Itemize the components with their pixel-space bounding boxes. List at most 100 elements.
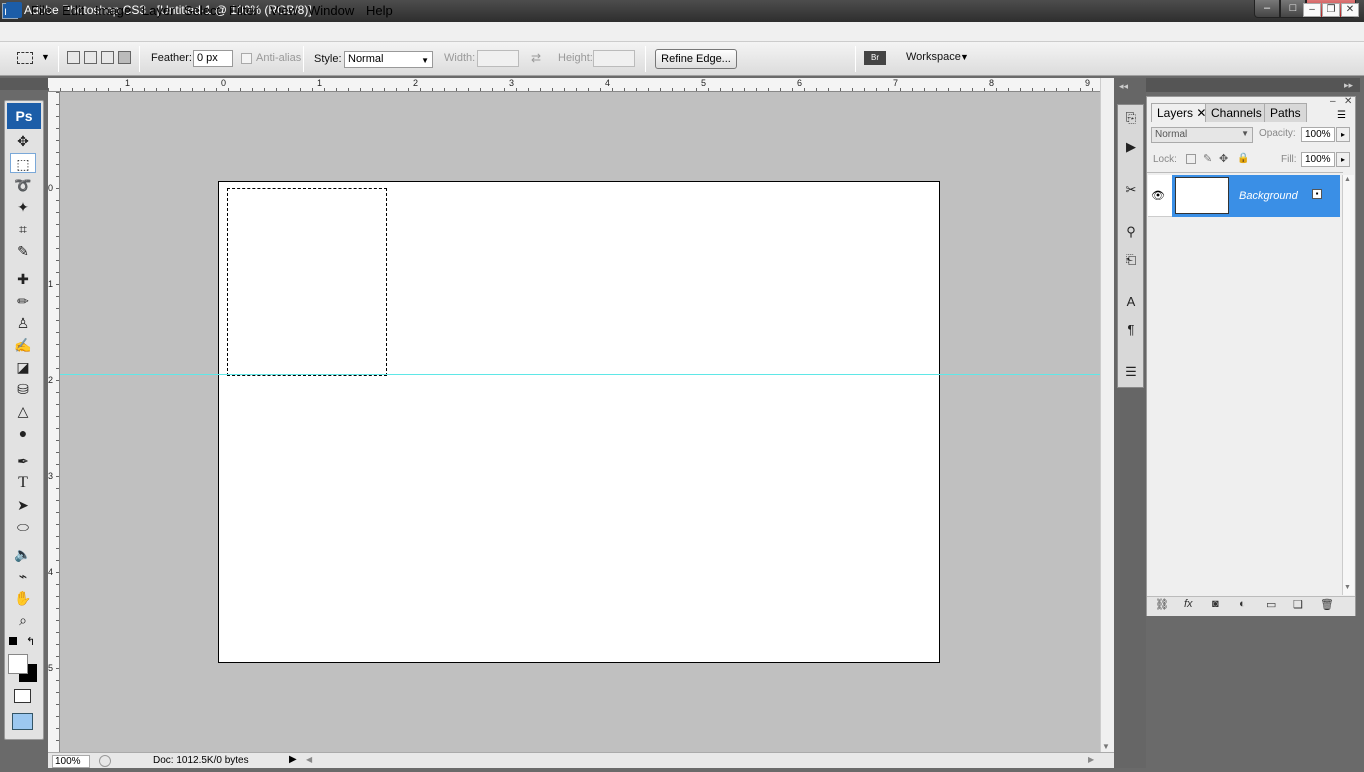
- move-tool-icon[interactable]: ✥: [10, 131, 36, 151]
- vertical-scrollbar[interactable]: [1100, 78, 1114, 752]
- clone-source-panel-icon[interactable]: ⎗: [1121, 250, 1141, 270]
- lock-position-icon[interactable]: ✥: [1219, 152, 1228, 165]
- brush-tool-icon[interactable]: ✏: [10, 291, 36, 311]
- swap-dimensions-icon[interactable]: ⇄: [531, 51, 541, 65]
- doc-restore-button[interactable]: ❐: [1322, 3, 1340, 17]
- menu-view[interactable]: View: [270, 3, 298, 18]
- scroll-right-icon[interactable]: ▶: [1088, 755, 1094, 764]
- rectangular-marquee-tool-icon[interactable]: ⬚: [10, 153, 36, 173]
- add-mask-icon[interactable]: ◙: [1212, 598, 1219, 610]
- type-tool-icon[interactable]: T: [10, 473, 36, 493]
- document-icon[interactable]: [6, 2, 22, 18]
- delete-layer-icon[interactable]: 🗑: [1320, 598, 1334, 611]
- intersect-selection-icon[interactable]: [118, 51, 131, 64]
- expand-dock-icon[interactable]: ▸▸: [1344, 80, 1353, 91]
- menu-edit[interactable]: Edit: [62, 3, 84, 18]
- workspace-menu[interactable]: Workspace: [906, 51, 961, 63]
- tool-presets-panel-icon[interactable]: ✂: [1121, 180, 1141, 200]
- scroll-down-icon[interactable]: ▼: [1102, 742, 1110, 751]
- opacity-slider-arrow-icon[interactable]: ▸: [1336, 127, 1350, 142]
- status-icon[interactable]: [99, 755, 111, 767]
- menu-select[interactable]: Select: [184, 3, 220, 18]
- bridge-icon[interactable]: Br: [864, 51, 886, 65]
- ellipse-tool-icon[interactable]: ⬭: [10, 517, 36, 537]
- fill-slider-arrow-icon[interactable]: ▸: [1336, 152, 1350, 167]
- pen-tool-icon[interactable]: ✒: [10, 451, 36, 471]
- marquee-selection[interactable]: [227, 188, 387, 376]
- toolbox-header[interactable]: [0, 78, 48, 90]
- menu-image[interactable]: Image: [95, 3, 131, 18]
- default-colors-icon[interactable]: [9, 637, 17, 645]
- menu-layer[interactable]: Layer: [142, 3, 175, 18]
- eraser-tool-icon[interactable]: ◪: [10, 357, 36, 377]
- zoom-tool-icon[interactable]: ⌕: [10, 610, 36, 630]
- brushes-panel-icon[interactable]: ⚲: [1121, 222, 1141, 242]
- fill-input[interactable]: 100%: [1301, 152, 1335, 167]
- panel-menu-icon[interactable]: ☰: [1337, 110, 1346, 121]
- notes-tool-icon[interactable]: 🔈: [10, 544, 36, 564]
- lock-all-icon[interactable]: 🔒: [1237, 153, 1249, 164]
- refine-edge-button[interactable]: Refine Edge...: [655, 49, 737, 69]
- lock-pixels-icon[interactable]: ✎: [1203, 152, 1212, 165]
- status-menu-arrow-icon[interactable]: ▶: [289, 754, 297, 765]
- hand-tool-icon[interactable]: ✋: [10, 588, 36, 608]
- layer-comps-panel-icon[interactable]: ☰: [1121, 362, 1141, 382]
- eyedropper-tool-icon[interactable]: ⌁: [10, 566, 36, 586]
- dodge-tool-icon[interactable]: ●: [10, 423, 36, 443]
- new-selection-icon[interactable]: [67, 51, 80, 64]
- layer-name[interactable]: Background: [1239, 190, 1298, 202]
- lasso-tool-icon[interactable]: ➰: [10, 175, 36, 195]
- magic-wand-tool-icon[interactable]: ✦: [10, 197, 36, 217]
- collapse-dock-icon[interactable]: ◂◂: [1119, 81, 1128, 92]
- tab-channels[interactable]: Channels: [1205, 103, 1268, 122]
- actions-panel-icon[interactable]: ▶: [1121, 137, 1141, 157]
- style-select[interactable]: Normal ▼: [344, 51, 433, 68]
- blend-mode-select[interactable]: Normal ▼: [1151, 127, 1253, 143]
- anti-alias-checkbox[interactable]: [241, 53, 252, 64]
- screen-mode-icon[interactable]: [12, 713, 33, 730]
- link-layers-icon[interactable]: ⛓: [1155, 598, 1169, 611]
- opacity-input[interactable]: 100%: [1301, 127, 1335, 142]
- tab-paths[interactable]: Paths: [1264, 103, 1307, 122]
- marquee-tool-preset-icon[interactable]: [17, 52, 33, 64]
- horizontal-ruler[interactable]: [48, 78, 1100, 92]
- panel-close-icon[interactable]: ✕: [1344, 96, 1352, 107]
- menu-file[interactable]: File: [31, 3, 52, 18]
- history-brush-tool-icon[interactable]: ✍: [10, 335, 36, 355]
- menu-filter[interactable]: Filter: [229, 3, 258, 18]
- width-input[interactable]: [477, 50, 519, 67]
- slice-tool-icon[interactable]: ✎: [10, 241, 36, 261]
- adjustment-layer-icon[interactable]: ◐: [1239, 598, 1246, 610]
- paint-bucket-tool-icon[interactable]: ⛁: [10, 379, 36, 399]
- visibility-eye-icon[interactable]: 👁: [1151, 189, 1165, 202]
- quick-mask-icon[interactable]: [14, 689, 31, 703]
- subtract-from-selection-icon[interactable]: [101, 51, 114, 64]
- chevron-down-icon[interactable]: ▼: [41, 52, 50, 62]
- scroll-left-icon[interactable]: ◀: [306, 755, 312, 764]
- doc-minimize-button[interactable]: –: [1303, 3, 1321, 17]
- feather-input[interactable]: 0 px: [193, 50, 233, 67]
- doc-close-button[interactable]: ✕: [1341, 3, 1359, 17]
- path-selection-tool-icon[interactable]: ➤: [10, 495, 36, 515]
- crop-tool-icon[interactable]: ⌗: [10, 219, 36, 239]
- history-panel-icon[interactable]: ⎘: [1121, 108, 1141, 128]
- swap-colors-icon[interactable]: ↰: [26, 635, 35, 648]
- scroll-up-icon[interactable]: ▲: [1344, 176, 1351, 183]
- paragraph-panel-icon[interactable]: ¶: [1121, 320, 1141, 340]
- height-input[interactable]: [593, 50, 635, 67]
- character-panel-icon[interactable]: A: [1121, 292, 1141, 312]
- layer-style-icon[interactable]: fx: [1184, 598, 1193, 610]
- tab-layers[interactable]: Layers ✕: [1151, 103, 1213, 122]
- add-to-selection-icon[interactable]: [84, 51, 97, 64]
- menu-window[interactable]: Window: [308, 3, 354, 18]
- layer-thumbnail[interactable]: [1175, 177, 1229, 214]
- horizontal-guide[interactable]: [60, 374, 1100, 375]
- minimize-button[interactable]: –: [1254, 0, 1280, 18]
- chevron-down-icon[interactable]: ▼: [960, 52, 969, 62]
- menu-help[interactable]: Help: [366, 3, 393, 18]
- layers-scrollbar[interactable]: [1342, 175, 1354, 595]
- zoom-field[interactable]: 100%: [52, 755, 90, 768]
- scroll-down-icon[interactable]: ▼: [1344, 584, 1351, 591]
- new-layer-icon[interactable]: ❑: [1293, 598, 1303, 611]
- blur-tool-icon[interactable]: △: [10, 401, 36, 421]
